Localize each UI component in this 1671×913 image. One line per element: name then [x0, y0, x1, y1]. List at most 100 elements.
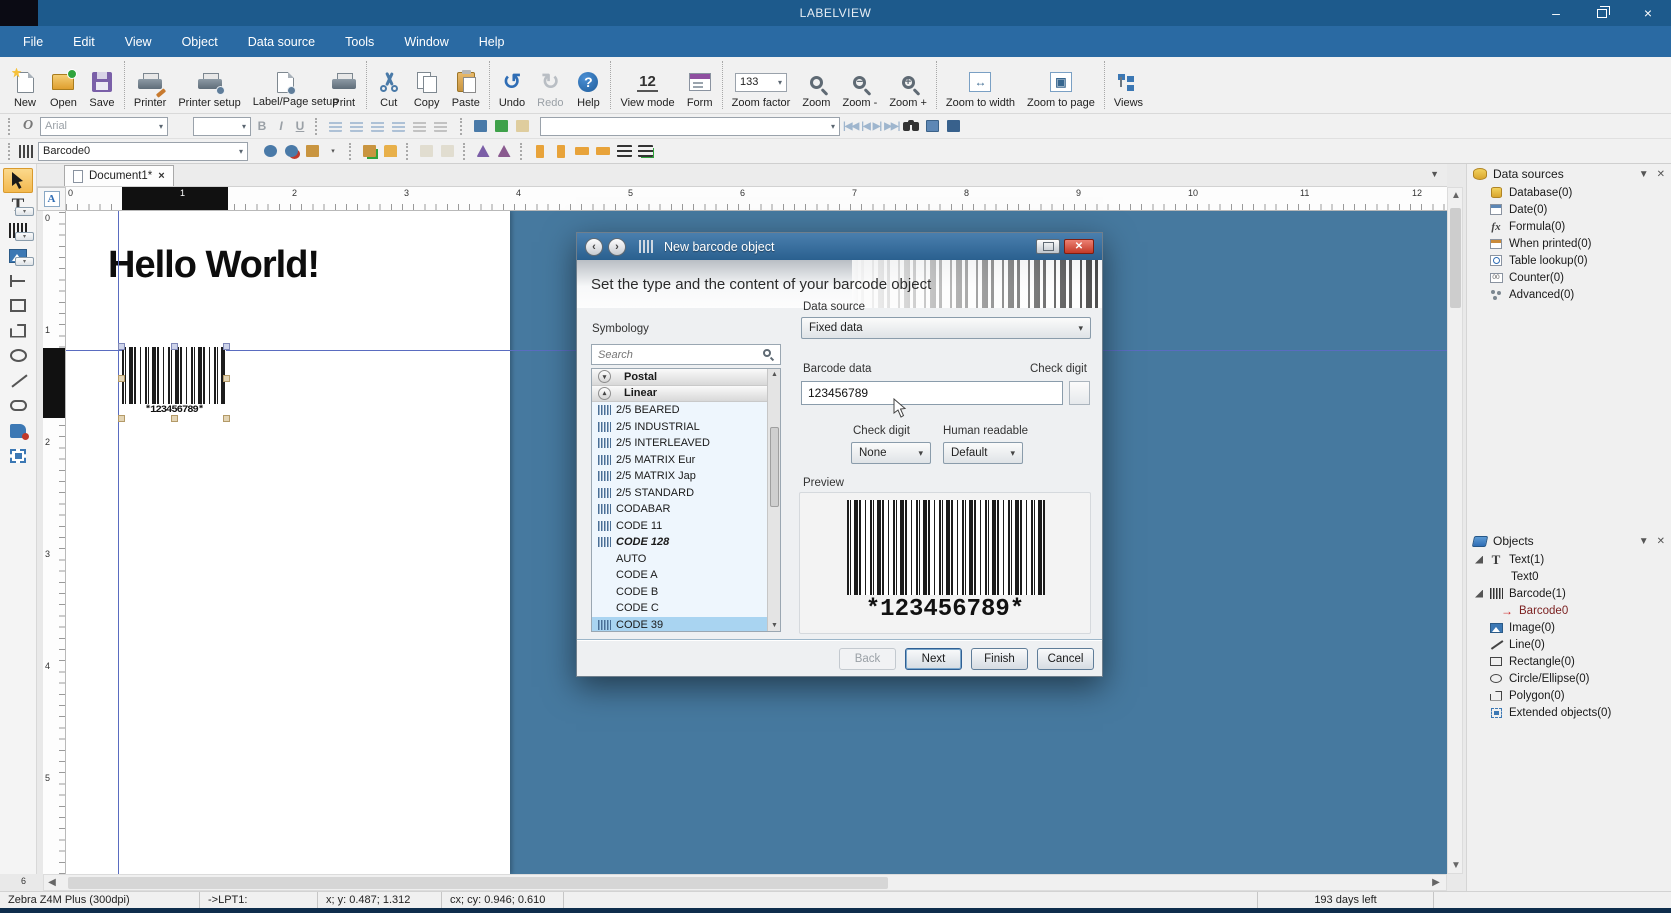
line-tool[interactable] [3, 368, 33, 393]
views-button[interactable]: Views [1108, 57, 1149, 113]
tree-item-image[interactable]: Image(0) [1471, 619, 1671, 636]
tree-item-database[interactable]: Database(0) [1471, 184, 1671, 201]
tree-item-barcode0[interactable]: →Barcode0 [1471, 602, 1671, 619]
symbology-item-code-b[interactable]: CODE B [592, 584, 780, 601]
justify-icon[interactable] [389, 118, 407, 135]
menu-window[interactable]: Window [389, 29, 463, 55]
tree-item-polygon[interactable]: Polygon(0) [1471, 687, 1671, 704]
symbology-item[interactable]: CODABAR [592, 501, 780, 518]
text-tool[interactable]: T▾ [3, 193, 33, 218]
tree-item-text0[interactable]: Text0 [1471, 568, 1671, 585]
first-record-button[interactable]: |◀◀ [843, 121, 858, 132]
print-button[interactable]: Print [325, 57, 363, 113]
next-button[interactable]: Next [905, 648, 962, 670]
record-grid-icon[interactable] [923, 118, 941, 135]
font-family-combo[interactable]: Arial▾ [40, 117, 168, 136]
human-readable-dropdown[interactable]: Default▾ [943, 442, 1023, 464]
dialog-maximize-button[interactable] [1036, 239, 1060, 254]
tree-item-formula[interactable]: fxFormula(0) [1471, 218, 1671, 235]
symbology-item-auto[interactable]: AUTO [592, 551, 780, 568]
symbology-item[interactable]: 2/5 MATRIX Jap [592, 468, 780, 485]
resize-handle-sw[interactable] [118, 415, 125, 422]
underline-button[interactable]: U [292, 119, 308, 133]
chevron-down-icon[interactable]: ▾ [598, 370, 611, 383]
resize-handle-nw[interactable] [118, 343, 125, 350]
barcode-object[interactable]: *123456789* [122, 347, 226, 419]
group-icon[interactable] [417, 143, 435, 160]
tree-item-counter[interactable]: 00Counter(0) [1471, 269, 1671, 286]
rotate-left-icon[interactable] [474, 143, 492, 160]
distribute-objects-icon[interactable] [636, 143, 654, 160]
insert-field-icon[interactable] [471, 118, 489, 135]
assign-data-source-icon[interactable] [261, 143, 279, 160]
symbology-item[interactable]: 2/5 BEARED [592, 402, 780, 419]
space-vertical-equal-icon[interactable] [552, 143, 570, 160]
rotate-right-icon[interactable] [495, 143, 513, 160]
finish-button[interactable]: Finish [971, 648, 1028, 670]
tree-item-line[interactable]: Line(0) [1471, 636, 1671, 653]
paste-format-icon[interactable] [303, 143, 321, 160]
ungroup-icon[interactable] [438, 143, 456, 160]
zoom-out-button[interactable]: −Zoom - [836, 57, 883, 113]
tab-document1[interactable]: Document1* × [64, 165, 174, 186]
rounded-rectangle-tool[interactable] [3, 393, 33, 418]
align-left-icon[interactable] [326, 118, 344, 135]
window-close-button[interactable]: × [1625, 0, 1671, 26]
symbology-list[interactable]: ▾Postal ▴Linear 2/5 BEARED 2/5 INDUSTRIA… [591, 368, 781, 632]
barcode-tool[interactable]: ▾ [3, 218, 33, 243]
scroll-right-icon[interactable]: ▶ [1428, 877, 1444, 888]
last-record-button[interactable]: ▶▶| [884, 121, 899, 132]
barcode-data-input[interactable] [801, 381, 1063, 405]
menu-file[interactable]: File [8, 29, 58, 55]
line-end-tool[interactable] [3, 268, 33, 293]
symbology-item-code39-selected[interactable]: CODE 39 [592, 617, 780, 633]
tab-list-dropdown-icon[interactable]: ▼ [1430, 169, 1439, 179]
back-button[interactable]: Back [839, 648, 896, 670]
scroll-up-icon[interactable]: ▲ [768, 371, 781, 378]
zoom-factor-control[interactable]: 133▾ Zoom factor [726, 57, 797, 113]
menu-data-source[interactable]: Data source [233, 29, 330, 55]
ruler-origin-button[interactable]: A [37, 187, 66, 211]
menu-tools[interactable]: Tools [330, 29, 389, 55]
align-center-icon[interactable] [347, 118, 365, 135]
dialog-forward-icon[interactable]: › [608, 238, 626, 256]
view-mode-button[interactable]: 12View mode [614, 57, 680, 113]
tree-item-barcode-group[interactable]: Barcode(1) [1471, 585, 1671, 602]
vertical-guide[interactable] [118, 211, 119, 874]
printer-button[interactable]: Printer [128, 57, 172, 113]
zoom-button[interactable]: Zoom [796, 57, 836, 113]
menu-help[interactable]: Help [464, 29, 520, 55]
resize-handle-s[interactable] [171, 415, 178, 422]
label-page-setup-button[interactable]: Label/Page setup [247, 57, 325, 113]
space-vertical-icon[interactable] [531, 143, 549, 160]
tree-item-advanced[interactable]: Advanced(0) [1471, 286, 1671, 303]
form-button[interactable]: Form [681, 57, 719, 113]
text-object-hello-world[interactable]: Hello World! [108, 244, 319, 287]
check-digit-dropdown[interactable]: None▾ [851, 442, 931, 464]
open-button[interactable]: Open [44, 57, 83, 113]
expander-icon[interactable] [1475, 556, 1483, 564]
data-field-combo[interactable]: ▾ [540, 117, 840, 136]
redo-button[interactable]: ↻Redo [531, 57, 569, 113]
horizontal-scroll-thumb[interactable] [68, 877, 888, 889]
scroll-down-icon[interactable]: ▼ [1448, 860, 1464, 871]
undo-button[interactable]: ↺Undo [493, 57, 531, 113]
objects-menu-icon[interactable]: ▼ [1639, 536, 1649, 547]
find-record-icon[interactable] [902, 118, 920, 135]
tree-item-extended[interactable]: Extended objects(0) [1471, 704, 1671, 721]
symbology-group-postal[interactable]: ▾Postal [592, 369, 780, 386]
vertical-scrollbar[interactable]: ▲ ▼ [1447, 187, 1463, 874]
font-size-combo[interactable]: ▾ [193, 117, 251, 136]
symbology-item-code-a[interactable]: CODE A [592, 567, 780, 584]
copy-button[interactable]: Copy [408, 57, 446, 113]
menu-edit[interactable]: Edit [58, 29, 110, 55]
symbology-search-input[interactable] [591, 344, 781, 365]
help-button[interactable]: ?Help [569, 57, 607, 113]
symbology-item-code128[interactable]: CODE 128 [592, 534, 780, 551]
dialog-back-icon[interactable]: ‹ [585, 238, 603, 256]
dialog-titlebar[interactable]: ‹ › New barcode object ✕ [577, 233, 1102, 260]
menu-view[interactable]: View [110, 29, 167, 55]
symbology-scroll-thumb[interactable] [770, 427, 779, 507]
tree-item-date[interactable]: Date(0) [1471, 201, 1671, 218]
objects-close-icon[interactable]: ✕ [1657, 536, 1665, 547]
